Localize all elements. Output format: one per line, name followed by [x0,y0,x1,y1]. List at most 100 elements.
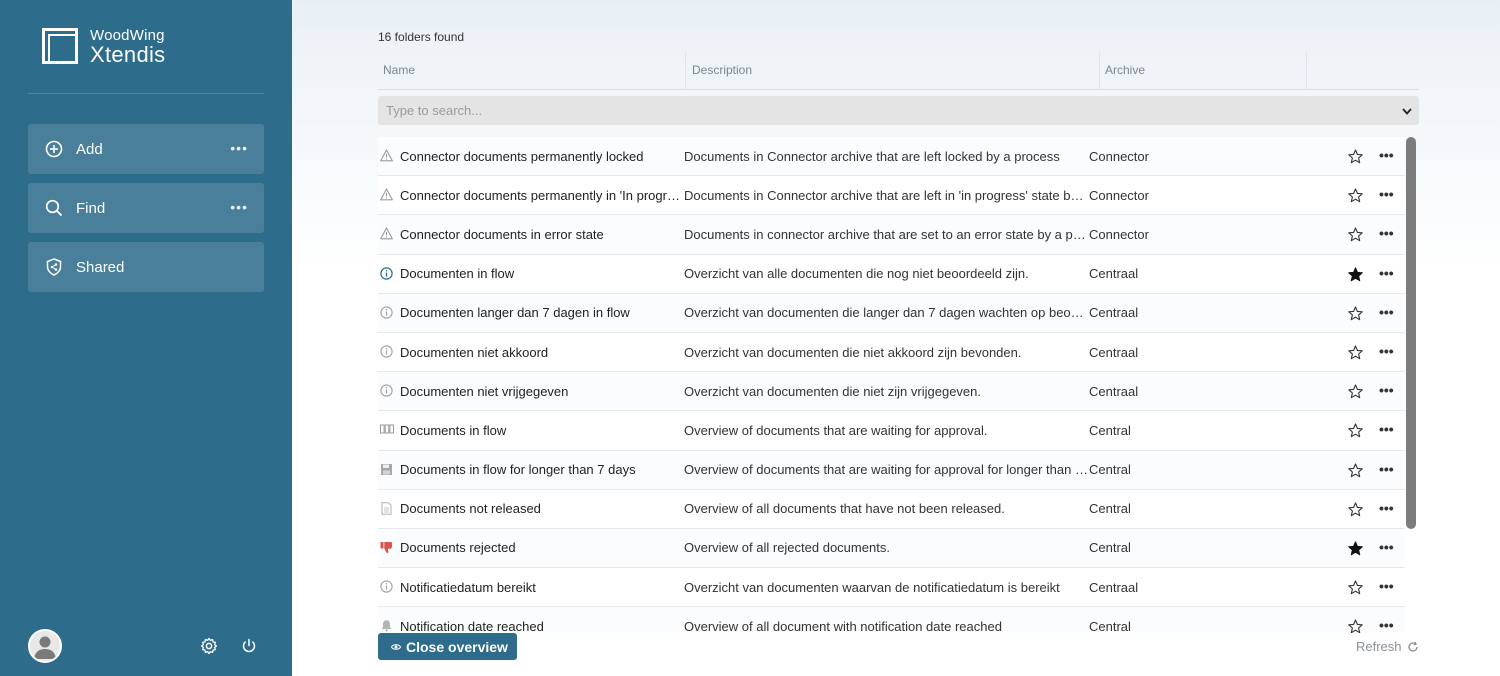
folder-description: Overview of all document with notificati… [684,618,1002,633]
row-more-button[interactable]: ••• [1379,617,1394,633]
folder-archive: Centraal [1089,266,1139,282]
star-icon[interactable] [1348,423,1363,438]
power-icon[interactable] [240,637,258,655]
folder-description: Documents in Connector archive that are … [684,187,1089,203]
star-icon[interactable] [1348,384,1363,399]
search-input[interactable] [386,103,1366,118]
folder-description: Overzicht van documenten waarvan de noti… [684,579,1060,595]
folder-list: Connector documents permanently locked Do… [378,137,1405,633]
folder-name: Connector documents permanently in 'In p… [400,187,682,203]
sidebar-item-label: Shared [76,258,125,276]
star-icon[interactable] [1348,502,1363,517]
folder-name: Notificatiedatum bereikt [400,579,536,595]
star-icon[interactable] [1348,619,1363,633]
sidebar-item-add[interactable]: Add ••• [28,124,264,174]
bell-icon [380,619,393,632]
refresh-button[interactable]: Refresh [1356,639,1419,654]
search-field[interactable] [378,96,1419,125]
star-icon[interactable] [1348,227,1363,242]
row-more-button[interactable]: ••• [1379,500,1394,516]
folder-archive: Centraal [1089,383,1139,399]
column-header-description[interactable]: Description [687,51,1100,89]
info-icon [380,266,393,280]
save-icon [380,463,393,476]
list-item[interactable]: Notification date reached Overview of all… [378,607,1405,633]
list-item[interactable]: Documents not released Overview of all do… [378,489,1405,529]
row-more-button[interactable]: ••• [1379,461,1394,477]
logo[interactable]: WoodWing Xtendis [42,28,165,66]
results-count: 16 folders found [378,30,465,44]
star-icon[interactable] [1348,345,1363,360]
row-more-button[interactable]: ••• [1379,421,1394,437]
brand-line1: WoodWing [90,27,165,44]
add-more-button[interactable]: ••• [230,140,248,156]
sidebar-item-find[interactable]: Find ••• [28,183,264,233]
folder-name: Documenten langer dan 7 dagen in flow [400,305,630,321]
refresh-icon [1407,641,1418,652]
list-scrollbar[interactable] [1406,137,1416,529]
folder-archive: Centraal [1089,305,1139,321]
folder-description: Overview of documents that are waiting f… [684,422,988,438]
chevron-down-icon[interactable] [1401,104,1413,116]
folder-name: Documenten niet akkoord [400,344,549,360]
row-more-button[interactable]: ••• [1379,304,1394,320]
list-item[interactable]: Documents in flow for longer than 7 days… [378,450,1405,490]
star-filled-icon[interactable] [1348,267,1363,282]
folder-description: Overzicht van documenten die niet akkoor… [684,344,1022,360]
star-icon[interactable] [1348,580,1363,595]
star-filled-icon[interactable] [1348,541,1363,556]
row-more-button[interactable]: ••• [1379,225,1394,241]
column-header-archive[interactable]: Archive [1100,51,1307,89]
list-item[interactable]: Documents in flow Overview of documents t… [378,411,1405,451]
settings-gear-icon[interactable] [200,637,218,655]
folder-name: Documents not released [400,501,541,517]
folder-description: Overview of all documents that have not … [684,501,1005,517]
list-item[interactable]: Notificatiedatum bereikt Overzicht van do… [378,568,1405,608]
folder-description: Overzicht van alle documenten die nog ni… [684,266,1029,282]
row-more-button[interactable]: ••• [1379,382,1394,398]
folder-description: Overzicht van documenten die langer dan … [684,305,1089,321]
close-overview-button[interactable]: Close overview [378,633,517,660]
folder-description: Overzicht van documenten die niet zijn v… [684,383,981,399]
list-item[interactable]: Connector documents in error state Docume… [378,215,1405,255]
star-icon[interactable] [1348,306,1363,321]
folder-archive: Connector [1089,187,1149,203]
row-more-button[interactable]: ••• [1379,539,1394,555]
row-more-button[interactable]: ••• [1379,265,1394,281]
folder-description: Documents in connector archive that are … [684,226,1089,242]
list-item[interactable]: Documents rejected Overview of all reject… [378,528,1405,569]
folder-name: Documents rejected [400,540,516,556]
shield-share-icon [44,257,64,277]
star-icon[interactable] [1348,188,1363,203]
document-icon [380,501,393,515]
folder-name: Documents in flow for longer than 7 days [400,462,636,478]
sidebar-divider [28,93,264,94]
star-icon[interactable] [1348,462,1363,478]
row-more-button[interactable]: ••• [1379,578,1394,594]
list-item[interactable]: Documenten niet akkoord Overzicht van doc… [378,332,1405,373]
list-item[interactable]: Documenten in flow Overzicht van alle doc… [378,254,1405,294]
info-icon [380,384,393,397]
folder-archive: Connector [1089,226,1149,242]
folder-description: Overview of documents that are waiting f… [684,462,1089,478]
sidebar-item-shared[interactable]: Shared [28,242,264,292]
list-item[interactable]: Connector documents permanently in 'In p… [378,176,1405,216]
list-item[interactable]: Documenten langer dan 7 dagen in flow Ove… [378,293,1405,333]
find-more-button[interactable]: ••• [230,199,248,215]
warning-icon [380,149,393,162]
folder-name: Documents in flow [400,422,507,438]
row-more-button[interactable]: ••• [1379,343,1394,359]
column-header-name[interactable]: Name [378,51,686,89]
brand-line2: Xtendis [90,42,166,67]
user-avatar[interactable] [28,629,62,663]
warning-icon [380,188,393,201]
search-icon [44,198,64,218]
folder-description: Documents in Connector archive that are … [684,148,1060,164]
row-more-button[interactable]: ••• [1379,186,1394,202]
folder-archive: Centraal [1089,579,1139,595]
row-more-button[interactable]: ••• [1379,147,1394,163]
list-item[interactable]: Connector documents permanently locked Do… [378,137,1405,177]
star-icon[interactable] [1348,149,1363,164]
list-item[interactable]: Documenten niet vrijgegeven Overzicht van… [378,372,1405,412]
thumbs-down-icon [380,541,393,554]
